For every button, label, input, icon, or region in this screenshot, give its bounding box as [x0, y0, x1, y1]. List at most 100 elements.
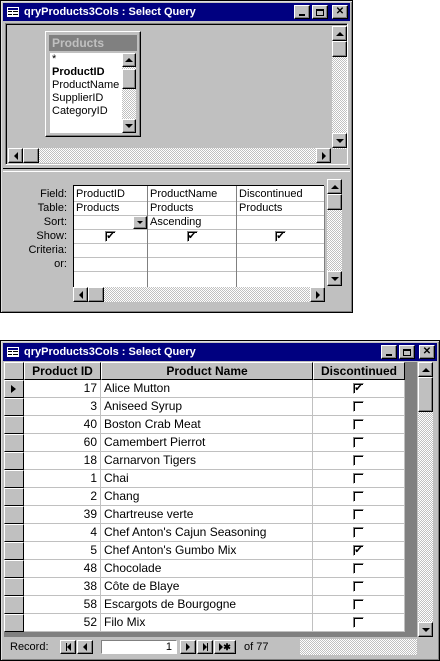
cell-product-name[interactable]: Carnarvon Tigers	[101, 452, 313, 470]
show-checkbox[interactable]: ✔	[105, 231, 116, 242]
cell-product-name[interactable]: Escargots de Bourgogne	[101, 596, 313, 614]
discontinued-checkbox[interactable]	[353, 455, 364, 466]
record-selector[interactable]	[4, 488, 24, 506]
grid-scroll-up[interactable]	[327, 179, 342, 194]
new-record-button[interactable]: ✱	[214, 640, 236, 654]
field-list-item-supplierid[interactable]: SupplierID	[50, 92, 122, 105]
record-selector[interactable]	[4, 578, 24, 596]
grid-criteria-cell[interactable]	[237, 244, 324, 258]
cell-product-id[interactable]: 52	[24, 614, 101, 632]
discontinued-checkbox[interactable]	[353, 617, 364, 628]
discontinued-checkbox[interactable]	[353, 527, 364, 538]
grid-sort-cell[interactable]: Ascending	[148, 216, 236, 230]
grid-hscroll-thumb[interactable]	[88, 287, 104, 302]
table-pane-vscroll-thumb[interactable]	[332, 41, 347, 57]
field-list-scroll-up[interactable]	[122, 53, 136, 67]
pane-splitter[interactable]	[3, 168, 350, 172]
discontinued-checkbox[interactable]	[353, 419, 364, 430]
datasheet-window-app-icon[interactable]	[6, 346, 20, 358]
minimize-button[interactable]	[294, 5, 310, 19]
grid-criteria-cell[interactable]	[148, 244, 236, 258]
column-header-discontinued[interactable]: Discontinued	[313, 362, 405, 380]
field-list-item-categoryid[interactable]: CategoryID	[50, 105, 122, 118]
record-selector[interactable]	[4, 380, 24, 398]
record-selector[interactable]	[4, 560, 24, 578]
datasheet-window-title-bar[interactable]: qryProducts3Cols : Select Query ✕	[3, 343, 437, 361]
column-header-product-id[interactable]: Product ID	[24, 362, 101, 380]
discontinued-checkbox[interactable]	[353, 401, 364, 412]
current-record-input[interactable]: 1	[101, 640, 177, 654]
datasheet-vscroll-thumb[interactable]	[418, 377, 433, 412]
cell-product-id[interactable]: 60	[24, 434, 101, 452]
cell-product-name[interactable]: Aniseed Syrup	[101, 398, 313, 416]
grid-sort-cell[interactable]	[74, 216, 147, 230]
cell-product-name[interactable]: Chef Anton's Gumbo Mix	[101, 542, 313, 560]
record-selector[interactable]	[4, 524, 24, 542]
field-list-scroll-down[interactable]	[122, 119, 136, 133]
cell-product-name[interactable]: Chef Anton's Cajun Seasoning	[101, 524, 313, 542]
field-list-vscroll-thumb[interactable]	[122, 69, 136, 89]
grid-hscroll-track[interactable]	[104, 287, 310, 302]
discontinued-checkbox[interactable]: ✔	[353, 383, 364, 394]
cell-product-name[interactable]: Chai	[101, 470, 313, 488]
grid-vscroll-track[interactable]	[327, 210, 342, 272]
record-selector[interactable]	[4, 398, 24, 416]
grid-table-cell[interactable]: Products	[74, 202, 147, 216]
field-list-title[interactable]: Products	[49, 35, 137, 51]
cell-product-name[interactable]: Alice Mutton	[101, 380, 313, 398]
grid-sort-cell[interactable]	[237, 216, 324, 230]
cell-product-id[interactable]: 48	[24, 560, 101, 578]
minimize-button[interactable]	[381, 345, 397, 359]
show-checkbox[interactable]: ✔	[186, 231, 198, 242]
grid-column-2[interactable]: ProductName Products Ascending ✔	[148, 186, 237, 288]
close-button[interactable]: ✕	[332, 5, 348, 19]
grid-or-cell[interactable]	[237, 258, 324, 272]
record-selector[interactable]	[4, 470, 24, 488]
cell-product-name[interactable]: Chang	[101, 488, 313, 506]
close-button[interactable]: ✕	[419, 345, 435, 359]
field-list-item-productname[interactable]: ProductName	[50, 79, 122, 92]
table-pane-scroll-left[interactable]	[8, 148, 23, 163]
record-selector[interactable]	[4, 596, 24, 614]
datasheet-scroll-down[interactable]	[418, 622, 433, 637]
select-all-corner[interactable]	[4, 362, 24, 380]
cell-product-id[interactable]: 4	[24, 524, 101, 542]
discontinued-checkbox[interactable]	[353, 491, 364, 502]
cell-product-id[interactable]: 58	[24, 596, 101, 614]
cell-product-name[interactable]: Chartreuse verte	[101, 506, 313, 524]
table-pane-hscroll-thumb[interactable]	[23, 148, 39, 163]
show-checkbox[interactable]: ✔	[275, 231, 286, 242]
record-selector[interactable]	[4, 452, 24, 470]
datasheet-vscroll-track[interactable]	[418, 412, 433, 622]
cell-product-name[interactable]: Côte de Blaye	[101, 578, 313, 596]
discontinued-checkbox[interactable]	[353, 581, 364, 592]
grid-or-cell[interactable]	[74, 258, 147, 272]
table-pane-scroll-up[interactable]	[332, 26, 347, 41]
grid-field-cell[interactable]: ProductID	[74, 188, 147, 202]
first-record-button[interactable]	[60, 640, 76, 654]
grid-field-cell[interactable]: ProductName	[148, 188, 236, 202]
field-list-item-all[interactable]: *	[50, 53, 122, 66]
discontinued-checkbox[interactable]	[353, 509, 364, 520]
grid-column-1[interactable]: ProductID Products ✔	[74, 186, 148, 288]
grid-table-cell[interactable]: Products	[237, 202, 324, 216]
cell-product-id[interactable]: 2	[24, 488, 101, 506]
cell-product-id[interactable]: 40	[24, 416, 101, 434]
table-pane-hscroll-track[interactable]	[39, 148, 316, 163]
column-header-product-name[interactable]: Product Name	[101, 362, 313, 380]
previous-record-button[interactable]	[77, 640, 93, 654]
grid-scroll-down[interactable]	[327, 271, 342, 286]
record-selector[interactable]	[4, 614, 24, 632]
products-field-list[interactable]: Products * ProductID ProductName Supplie…	[45, 31, 141, 137]
grid-criteria-cell[interactable]	[74, 244, 147, 258]
table-pane-scroll-down[interactable]	[332, 133, 347, 148]
discontinued-checkbox[interactable]	[353, 473, 364, 484]
cell-product-name[interactable]: Filo Mix	[101, 614, 313, 632]
grid-table-cell[interactable]: Products	[148, 202, 236, 216]
record-selector[interactable]	[4, 416, 24, 434]
grid-scroll-right[interactable]	[310, 287, 325, 302]
cell-product-id[interactable]: 5	[24, 542, 101, 560]
discontinued-checkbox[interactable]	[353, 599, 364, 610]
next-record-button[interactable]	[180, 640, 196, 654]
maximize-button[interactable]	[312, 5, 328, 19]
